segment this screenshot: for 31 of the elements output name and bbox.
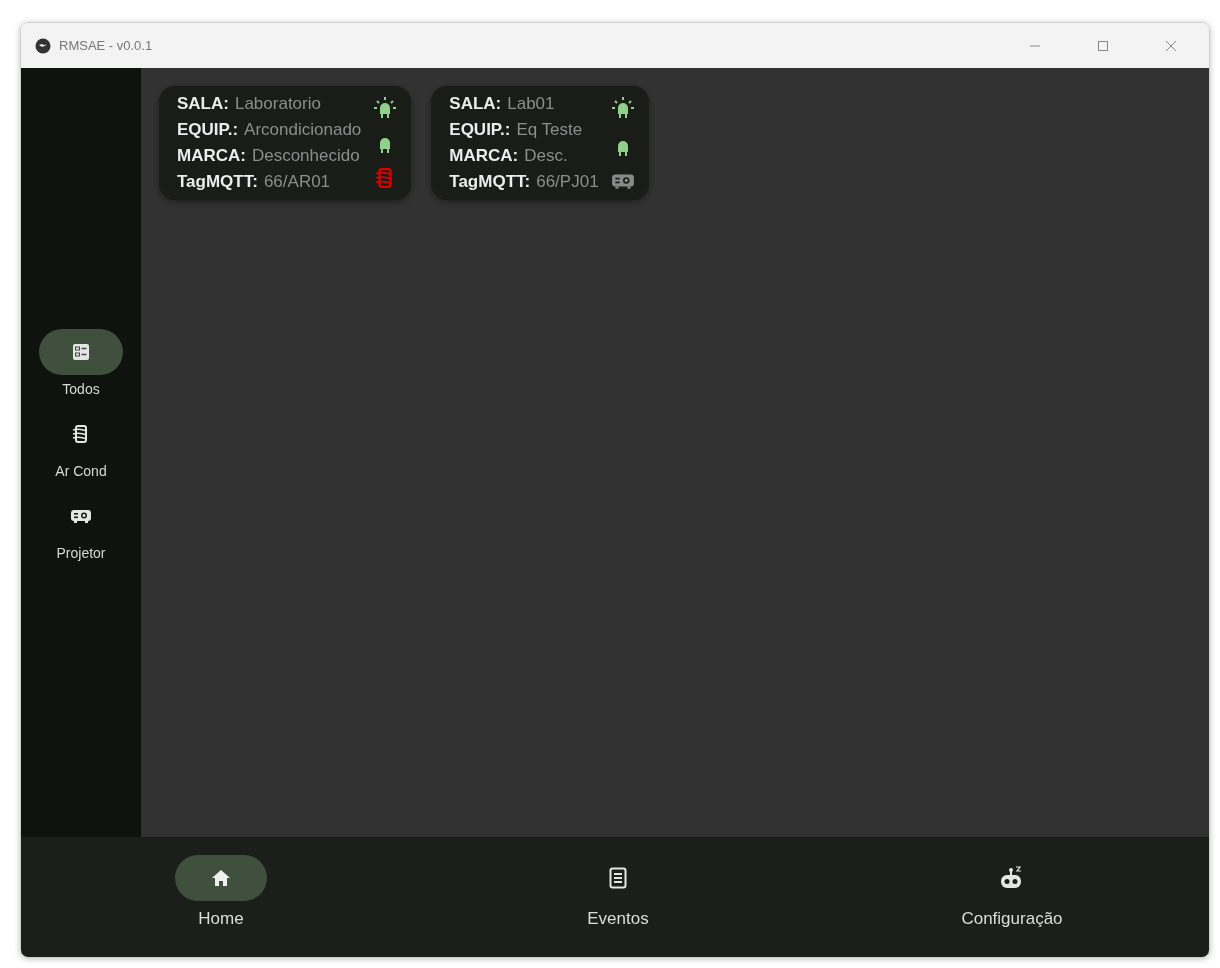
- sidebar-item[interactable]: Ar Cond: [39, 410, 123, 479]
- list-icon: [72, 342, 90, 361]
- field-value: Arcondicionado: [244, 120, 362, 140]
- close-icon[interactable]: [1165, 39, 1177, 52]
- field-value: Laboratorio: [234, 94, 321, 114]
- field-label: SALA:: [449, 94, 502, 114]
- device-card[interactable]: SALA: Lab01 EQUIP.: Eq Teste MARCA: Desc. TagMQTT: 66/PJ01: [431, 86, 649, 200]
- projector-icon: [70, 507, 92, 524]
- nav-tab[interactable]: Eventos: [421, 855, 815, 957]
- field-label: MARCA:: [177, 146, 246, 166]
- field-label: TagMQTT:: [177, 172, 258, 192]
- app-logo-icon: [35, 37, 51, 54]
- nav-tab[interactable]: Configuração: [815, 855, 1209, 957]
- document-icon: [609, 867, 627, 889]
- device-card[interactable]: SALA: Laboratorio EQUIP.: Arcondicionado MARCA: Desconhecido TagMQTT: 66/AR01: [159, 86, 412, 200]
- window-title: RMSAE - v0.0.1: [59, 38, 153, 53]
- home-icon: [211, 869, 231, 887]
- field-label: EQUIP.:: [177, 120, 239, 140]
- field-label: MARCA:: [449, 146, 519, 166]
- field-value: 66/PJ01: [536, 172, 599, 192]
- field-label: EQUIP.:: [449, 120, 511, 140]
- field-value: Eq Teste: [516, 120, 583, 140]
- nav-tab[interactable]: Home: [21, 855, 421, 957]
- field-value: Lab01: [507, 94, 555, 114]
- field-label: TagMQTT:: [449, 172, 531, 192]
- sidebar-item[interactable]: Projetor: [39, 492, 123, 561]
- maximize-icon[interactable]: [1097, 39, 1109, 52]
- field-value: 66/AR01: [263, 172, 331, 192]
- field-value: Desconhecido: [251, 146, 360, 166]
- field-label: SALA:: [177, 94, 229, 114]
- field-value: Desc.: [524, 146, 568, 166]
